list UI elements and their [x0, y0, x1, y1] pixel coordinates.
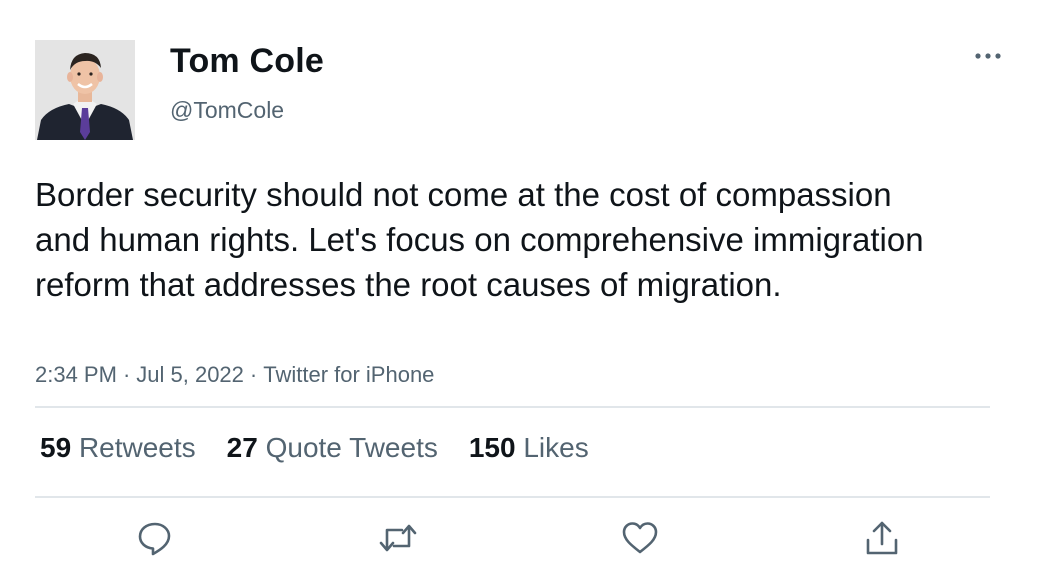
retweets-count: 59: [40, 432, 72, 463]
retweets-label: Retweets: [78, 432, 196, 463]
tweet-time[interactable]: 2:34 PM: [35, 362, 117, 387]
divider: [35, 406, 990, 408]
avatar[interactable]: [35, 40, 135, 140]
tweet-date[interactable]: Jul 5, 2022: [136, 362, 244, 387]
quote-tweets-label: Quote Tweets: [265, 432, 438, 463]
display-name[interactable]: Tom Cole: [170, 42, 324, 81]
reply-icon: [138, 522, 171, 556]
share-button[interactable]: [862, 518, 902, 558]
tweet-text: Border security should not come at the c…: [35, 176, 924, 303]
retweets-stat[interactable]: 59 Retweets: [40, 432, 196, 464]
likes-label: Likes: [523, 432, 589, 463]
tweet-metadata: 2:34 PM · Jul 5, 2022 · Twitter for iPhone: [35, 362, 434, 388]
divider: [35, 496, 990, 498]
retweet-icon: [379, 524, 417, 552]
reply-button[interactable]: [135, 518, 175, 558]
like-button[interactable]: [620, 518, 660, 558]
user-handle[interactable]: @TomCole: [170, 97, 284, 124]
engagement-stats: 59 Retweets 27 Quote Tweets 150 Likes: [40, 432, 589, 464]
quote-tweets-count: 27: [226, 432, 258, 463]
likes-count: 150: [468, 432, 516, 463]
likes-stat[interactable]: 150 Likes: [469, 432, 589, 464]
heart-icon: [622, 522, 658, 554]
share-icon: [866, 521, 898, 555]
more-horizontal-icon[interactable]: [972, 46, 1004, 66]
retweet-button[interactable]: [378, 518, 418, 558]
avatar-photo: [35, 40, 135, 140]
meta-separator: ·: [122, 362, 131, 387]
meta-separator: ·: [249, 362, 258, 387]
quote-tweets-stat[interactable]: 27 Quote Tweets: [227, 432, 438, 464]
tweet-source[interactable]: Twitter for iPhone: [263, 362, 434, 387]
